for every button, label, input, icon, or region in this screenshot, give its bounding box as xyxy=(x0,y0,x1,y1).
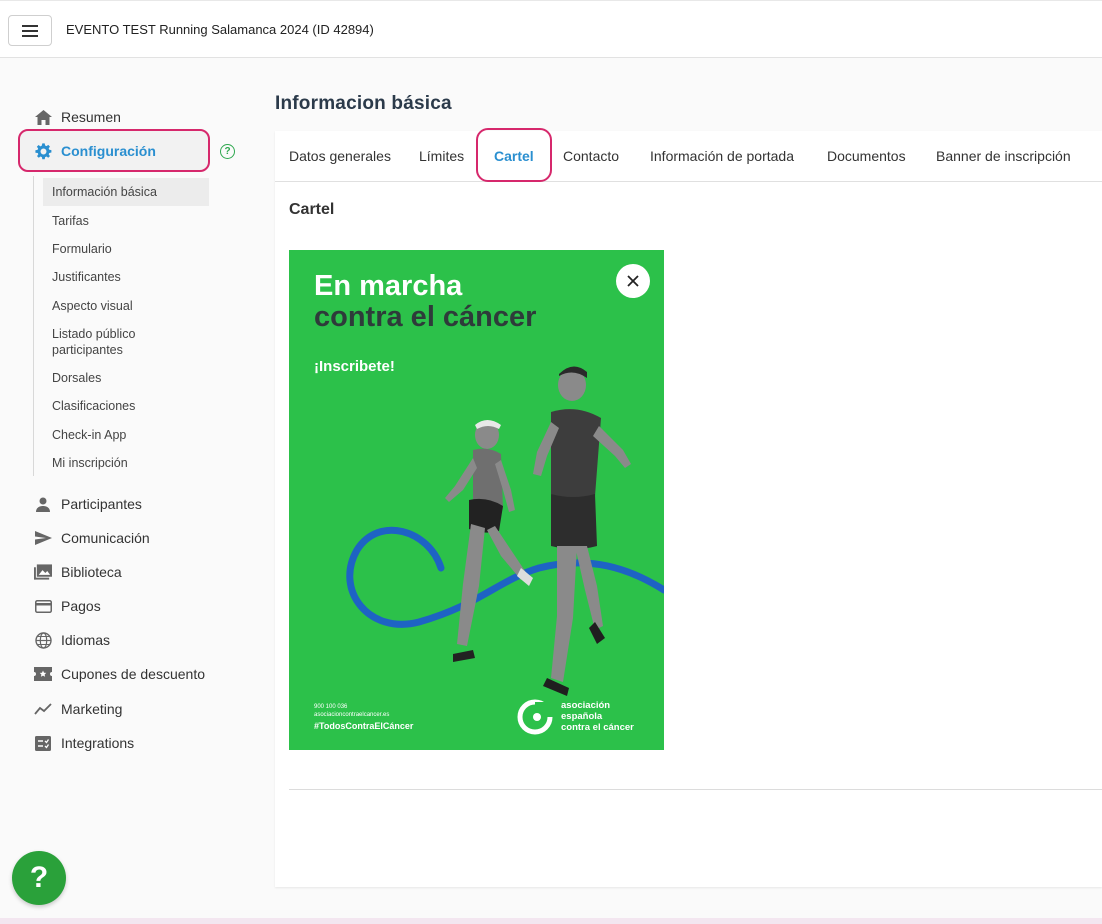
coupon-icon xyxy=(34,665,52,683)
hamburger-menu-button[interactable] xyxy=(8,15,52,46)
sidebar-item-configuracion[interactable]: Configuración xyxy=(34,141,156,161)
subnav-item-aspecto-visual[interactable]: Aspecto visual xyxy=(52,298,133,314)
poster-phone: 900 100 036 xyxy=(314,704,348,710)
poster-logo-text: asociación española contra el cáncer xyxy=(561,700,634,733)
gear-icon xyxy=(34,142,52,160)
subnav-item-tarifas[interactable]: Tarifas xyxy=(52,213,89,229)
sidebar-item-integrations[interactable]: Integrations xyxy=(34,733,134,753)
photo-library-icon xyxy=(34,563,52,581)
trending-icon xyxy=(34,700,52,718)
subnav-item-justificantes[interactable]: Justificantes xyxy=(52,269,121,285)
sidebar-item-label: Configuración xyxy=(61,143,156,159)
content-card: Datos generales Límites Cartel Contacto … xyxy=(275,128,1102,887)
home-icon xyxy=(34,108,52,126)
send-icon xyxy=(34,529,52,547)
help-button[interactable]: ? xyxy=(12,851,66,905)
tab-cartel[interactable]: Cartel xyxy=(494,148,534,164)
poster-image: En marcha contra el cáncer ¡Inscribete! xyxy=(289,250,664,750)
sidebar-item-label: Resumen xyxy=(61,109,121,125)
sidebar-item-label: Integrations xyxy=(61,735,135,751)
event-title: EVENTO TEST Running Salamanca 2024 (ID 4… xyxy=(66,22,374,37)
top-bar: EVENTO TEST Running Salamanca 2024 (ID 4… xyxy=(0,0,1102,58)
tab-bar: Datos generales Límites Cartel Contacto … xyxy=(275,128,1102,182)
section-title: Cartel xyxy=(289,201,335,218)
poster-logo-line: asociación xyxy=(561,700,611,711)
poster-logo-line: española xyxy=(561,711,603,722)
tab-limites[interactable]: Límites xyxy=(419,148,464,164)
sidebar-item-label: Pagos xyxy=(61,598,101,614)
sidebar-item-label: Cupones de descuento xyxy=(61,666,205,682)
subnav-item-clasificaciones[interactable]: Clasificaciones xyxy=(52,398,135,414)
sidebar-item-participantes[interactable]: Participantes xyxy=(34,494,142,514)
tab-informacion-portada[interactable]: Información de portada xyxy=(650,148,794,164)
subnav-item-dorsales[interactable]: Dorsales xyxy=(52,370,101,386)
sidebar-item-pagos[interactable]: Pagos xyxy=(34,596,101,616)
tab-documentos[interactable]: Documentos xyxy=(827,148,906,164)
tab-contacto[interactable]: Contacto xyxy=(563,148,619,164)
integrations-icon xyxy=(34,734,52,752)
poster-logo-line: contra el cáncer xyxy=(561,722,634,733)
subnav-item-listado-publico[interactable]: Listado público participantes xyxy=(52,326,162,358)
configuracion-subnav: Información básica Tarifas Formulario Ju… xyxy=(33,176,209,476)
poster-hashtag: #TodosContraElCáncer xyxy=(314,721,414,731)
sidebar-item-marketing[interactable]: Marketing xyxy=(34,699,122,719)
poster-website: asociacioncontraelcancer.es xyxy=(314,712,390,718)
sidebar-item-label: Biblioteca xyxy=(61,564,122,580)
tab-datos-generales[interactable]: Datos generales xyxy=(289,148,391,164)
poster-contact: 900 100 036 asociacioncontraelcancer.es xyxy=(314,703,389,719)
globe-icon xyxy=(34,631,52,649)
divider xyxy=(289,789,1102,790)
bottom-strip xyxy=(0,918,1102,924)
sidebar-item-cupones[interactable]: Cupones de descuento xyxy=(34,664,205,684)
close-icon xyxy=(627,275,639,287)
sidebar-item-comunicacion[interactable]: Comunicación xyxy=(34,528,150,548)
subnav-item-formulario[interactable]: Formulario xyxy=(52,241,112,257)
subnav-item-informacion-basica[interactable]: Información básica xyxy=(52,184,157,200)
subnav-item-check-in-app[interactable]: Check-in App xyxy=(52,427,126,443)
help-circle-icon[interactable]: ? xyxy=(220,144,235,159)
sidebar-item-label: Marketing xyxy=(61,701,123,717)
sidebar-item-label: Idiomas xyxy=(61,632,111,648)
sidebar-item-label: Comunicación xyxy=(61,530,150,546)
hamburger-icon xyxy=(22,24,38,37)
subnav-item-mi-inscripcion[interactable]: Mi inscripción xyxy=(52,455,128,471)
person-icon xyxy=(34,495,52,513)
sidebar-item-label: Participantes xyxy=(61,496,142,512)
tab-banner-inscripcion[interactable]: Banner de inscripción xyxy=(936,148,1071,164)
sidebar-item-biblioteca[interactable]: Biblioteca xyxy=(34,562,122,582)
sidebar-item-resumen[interactable]: Resumen xyxy=(34,107,121,127)
page-title: Informacion básica xyxy=(275,93,452,114)
credit-card-icon xyxy=(34,597,52,615)
poster-close-button[interactable] xyxy=(616,264,650,298)
sidebar-item-idiomas[interactable]: Idiomas xyxy=(34,630,110,650)
runners-illustration xyxy=(346,366,664,735)
